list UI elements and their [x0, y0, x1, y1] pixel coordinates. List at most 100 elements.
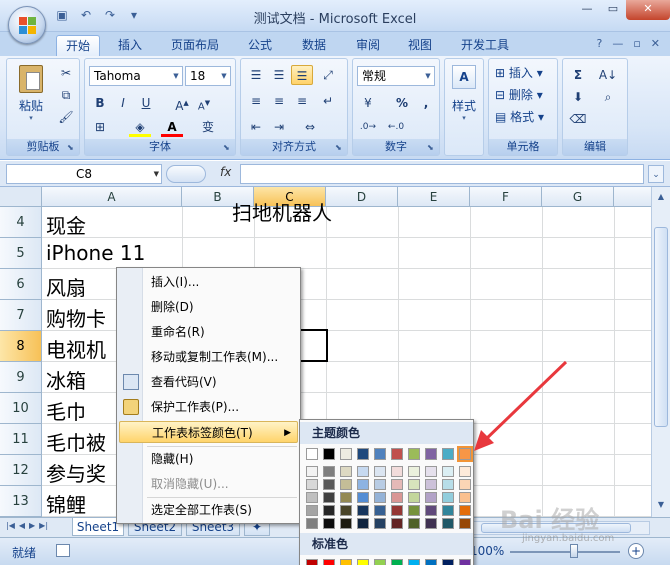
standard-color-swatch[interactable] [340, 559, 352, 565]
theme-shade-swatch[interactable] [442, 518, 454, 529]
ribbon-close-icon[interactable]: ✕ [651, 37, 660, 50]
decrease-decimal-icon[interactable]: ←.0 [385, 117, 407, 137]
prev-sheet-icon[interactable]: ◀ [19, 521, 25, 530]
theme-shade-swatch[interactable] [391, 518, 403, 529]
standard-color-swatch[interactable] [391, 559, 403, 565]
theme-shade-swatch[interactable] [340, 466, 352, 477]
styles-button[interactable]: A 样式 ▾ [449, 65, 479, 135]
row-header[interactable]: 10 [0, 393, 42, 424]
align-bottom-icon[interactable]: ☰ [291, 65, 313, 85]
theme-color-swatch[interactable] [306, 448, 318, 460]
number-format-combo[interactable]: 常规 ▼ [357, 66, 435, 86]
font-size-combo[interactable]: 18 ▼ [185, 66, 231, 86]
cell-a5[interactable]: iPhone 11 [46, 241, 145, 265]
grow-font-icon[interactable]: A▲ [171, 93, 193, 113]
theme-shade-swatch[interactable] [374, 505, 386, 516]
menu-item-tab-color[interactable]: 工作表标签颜色(T) ▶ [119, 421, 298, 443]
fill-color-icon[interactable]: ◈ [129, 117, 151, 137]
theme-shade-swatch[interactable] [425, 479, 437, 490]
align-center-icon[interactable]: ≡ [268, 91, 290, 111]
theme-shade-swatch[interactable] [391, 479, 403, 490]
row-header[interactable]: 7 [0, 300, 42, 331]
theme-color-swatch[interactable] [340, 448, 352, 460]
menu-item-move-copy[interactable]: 移动或复制工作表(M)... [119, 346, 298, 368]
theme-shade-swatch[interactable] [374, 518, 386, 529]
theme-shade-swatch[interactable] [323, 466, 335, 477]
menu-item-hide[interactable]: 隐藏(H) [119, 448, 298, 470]
standard-color-swatch[interactable] [357, 559, 369, 565]
fill-icon[interactable]: ⬇ [567, 87, 589, 107]
theme-shade-swatch[interactable] [357, 518, 369, 529]
cell-a11[interactable]: 毛巾被 [46, 427, 106, 456]
theme-shade-swatch[interactable] [340, 479, 352, 490]
theme-shade-swatch[interactable] [306, 466, 318, 477]
theme-shade-swatch[interactable] [340, 492, 352, 503]
underline-icon[interactable]: U [135, 93, 157, 113]
theme-color-swatch[interactable] [374, 448, 386, 460]
theme-shade-swatch[interactable] [459, 466, 471, 477]
shrink-font-icon[interactable]: A▼ [193, 93, 215, 113]
merge-center-icon[interactable]: ⇔ [295, 117, 325, 137]
theme-shade-swatch[interactable] [340, 518, 352, 529]
theme-shade-swatch[interactable] [374, 479, 386, 490]
phonetic-icon[interactable]: 变 [195, 117, 221, 137]
minimize-button[interactable]: — [574, 0, 600, 20]
menu-item-delete[interactable]: 删除(D) [119, 296, 298, 318]
column-header-h[interactable] [614, 187, 651, 207]
tab-developer[interactable]: 开发工具 [452, 35, 518, 56]
column-header-d[interactable]: D [326, 187, 398, 207]
comma-button[interactable]: , [415, 93, 437, 113]
theme-shade-swatch[interactable] [323, 518, 335, 529]
theme-color-swatch[interactable] [408, 448, 420, 460]
theme-shade-swatch[interactable] [306, 479, 318, 490]
theme-shade-swatch[interactable] [374, 492, 386, 503]
orientation-icon[interactable]: ⤢ [317, 65, 339, 85]
increase-decimal-icon[interactable]: .0→ [357, 117, 379, 137]
row-header[interactable]: 12 [0, 455, 42, 486]
column-header-a[interactable]: A [42, 187, 182, 207]
autosum-icon[interactable]: Σ [567, 65, 589, 85]
theme-shade-swatch[interactable] [425, 492, 437, 503]
currency-icon[interactable]: ¥ [357, 93, 379, 113]
cell-a13[interactable]: 锦鲤 [46, 489, 86, 517]
theme-shade-swatch[interactable] [408, 479, 420, 490]
formula-input[interactable] [240, 164, 644, 184]
name-box[interactable]: C8 ▼ [6, 164, 162, 184]
zoom-level[interactable]: 100% [470, 544, 504, 558]
dialog-launcher-icon[interactable]: ⬊ [67, 143, 77, 153]
column-header-e[interactable]: E [398, 187, 470, 207]
clear-icon[interactable]: ⌫ [567, 109, 589, 129]
wrap-text-icon[interactable]: ↵ [317, 91, 339, 111]
theme-shade-swatch[interactable] [357, 505, 369, 516]
align-right-icon[interactable]: ≡ [291, 91, 313, 111]
row-header[interactable]: 11 [0, 424, 42, 455]
cell-a4[interactable]: 现金 [46, 210, 86, 239]
standard-color-swatch[interactable] [442, 559, 454, 565]
theme-shade-swatch[interactable] [323, 492, 335, 503]
tab-home[interactable]: 开始 [56, 35, 100, 56]
zoom-slider[interactable] [510, 551, 620, 553]
theme-color-swatch[interactable] [391, 448, 403, 460]
font-color-icon[interactable]: A [161, 117, 183, 137]
standard-color-swatch[interactable] [306, 559, 318, 565]
theme-shade-swatch[interactable] [357, 466, 369, 477]
vertical-scrollbar[interactable]: ▲ ▼ [651, 187, 670, 517]
dialog-launcher-icon[interactable]: ⬊ [427, 143, 437, 153]
next-sheet-icon[interactable]: ▶ [29, 521, 35, 530]
theme-shade-swatch[interactable] [374, 466, 386, 477]
cell-a10[interactable]: 毛巾 [46, 396, 86, 425]
vertical-scroll-thumb[interactable] [654, 227, 668, 427]
theme-shade-swatch[interactable] [425, 518, 437, 529]
cell-a7[interactable]: 购物卡 [46, 303, 106, 332]
scroll-up-icon[interactable]: ▲ [654, 189, 668, 205]
row-header[interactable]: 8 [0, 331, 42, 362]
expand-formula-icon[interactable]: ⌄ [648, 165, 664, 183]
theme-shade-swatch[interactable] [306, 518, 318, 529]
menu-item-insert[interactable]: 插入(I)... [119, 271, 298, 293]
first-sheet-icon[interactable]: |◀ [6, 521, 15, 530]
theme-color-swatch[interactable] [323, 448, 335, 460]
theme-shade-swatch[interactable] [408, 505, 420, 516]
ribbon-restore-icon[interactable]: ▫ [633, 37, 640, 50]
office-button[interactable] [8, 6, 46, 44]
delete-cells-button[interactable]: ⊟ 删除 ▾ [495, 85, 543, 105]
